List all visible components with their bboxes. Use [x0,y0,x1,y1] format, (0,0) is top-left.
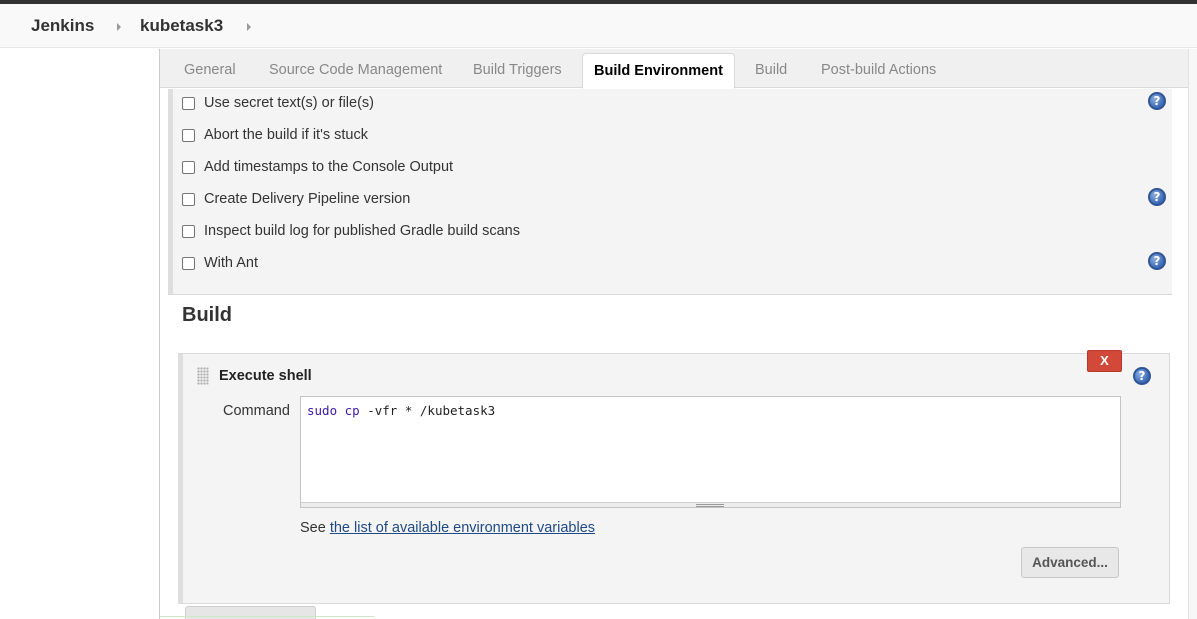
breadcrumb-job[interactable]: kubetask3 [140,16,223,36]
breadcrumb-jenkins[interactable]: Jenkins [31,16,94,36]
option-with-ant: With Ant [182,252,258,274]
resize-grip-icon [696,504,724,507]
tab-build-environment[interactable]: Build Environment [582,53,735,89]
option-label: Use secret text(s) or file(s) [204,95,374,111]
option-label: With Ant [204,255,258,271]
delete-step-button[interactable]: X [1087,350,1122,372]
breadcrumb-arrow-icon[interactable] [247,23,251,31]
execute-shell-step: Execute shell X Command sudo cp -vfr * /… [178,350,1170,604]
option-abort-stuck: Abort the build if it's stuck [182,124,368,146]
drag-handle-icon[interactable] [197,367,209,385]
see-prefix: See [300,520,330,536]
checkbox-with-ant[interactable] [182,256,195,270]
option-label: Abort the build if it's stuck [204,127,368,143]
tab-build-triggers[interactable]: Build Triggers [473,62,562,78]
option-gradle-scans: Inspect build log for published Gradle b… [182,220,520,242]
option-label: Add timestamps to the Console Output [204,159,454,175]
checkbox-delivery-pipeline[interactable] [182,192,195,206]
build-section-title: Build [182,304,232,326]
section-divider [168,294,1172,295]
option-timestamps: Add timestamps to the Console Output [182,156,453,178]
breadcrumb-arrow-icon[interactable] [117,23,121,31]
env-vars-link[interactable]: the list of available environment variab… [330,520,595,536]
tab-build[interactable]: Build [755,62,787,78]
side-panel [0,49,160,619]
env-vars-hint: See the list of available environment va… [300,520,595,536]
advanced-button[interactable]: Advanced... [1021,547,1119,578]
command-keyword: sudo cp [307,403,360,418]
tab-post-build-actions[interactable]: Post-build Actions [821,62,936,78]
option-label: Inspect build log for published Gradle b… [204,223,520,239]
command-args: -vfr * /kubetask3 [359,403,496,418]
scrollbar[interactable] [1188,49,1197,619]
checkbox-gradle-scans[interactable] [182,224,195,238]
tab-general[interactable]: General [184,62,236,78]
command-label: Command [223,403,290,419]
step-title: Execute shell [219,368,312,384]
checkbox-abort-stuck[interactable] [182,128,195,142]
option-secret-text: Use secret text(s) or file(s) [182,92,374,114]
breadcrumb: Jenkins kubetask3 [0,4,1197,48]
option-label: Create Delivery Pipeline version [204,191,411,207]
help-icon[interactable]: ? [1148,92,1166,110]
checkbox-secret-text[interactable] [182,96,195,110]
help-icon[interactable]: ? [1133,367,1151,385]
config-tabs: General Source Code Management Build Tri… [160,49,1188,89]
help-icon[interactable]: ? [1148,188,1166,206]
config-form: General Source Code Management Build Tri… [160,49,1197,619]
command-text: sudo cp -vfr * /kubetask3 [307,403,495,418]
command-textarea[interactable]: sudo cp -vfr * /kubetask3 [300,396,1121,508]
option-delivery-pipeline: Create Delivery Pipeline version [182,188,410,210]
build-environment-section: Use secret text(s) or file(s) Abort the … [168,89,1172,294]
help-icon[interactable]: ? [1148,252,1166,270]
checkbox-timestamps[interactable] [182,160,195,174]
tab-source-code-management[interactable]: Source Code Management [269,62,442,78]
textarea-resize-handle[interactable] [301,502,1120,507]
